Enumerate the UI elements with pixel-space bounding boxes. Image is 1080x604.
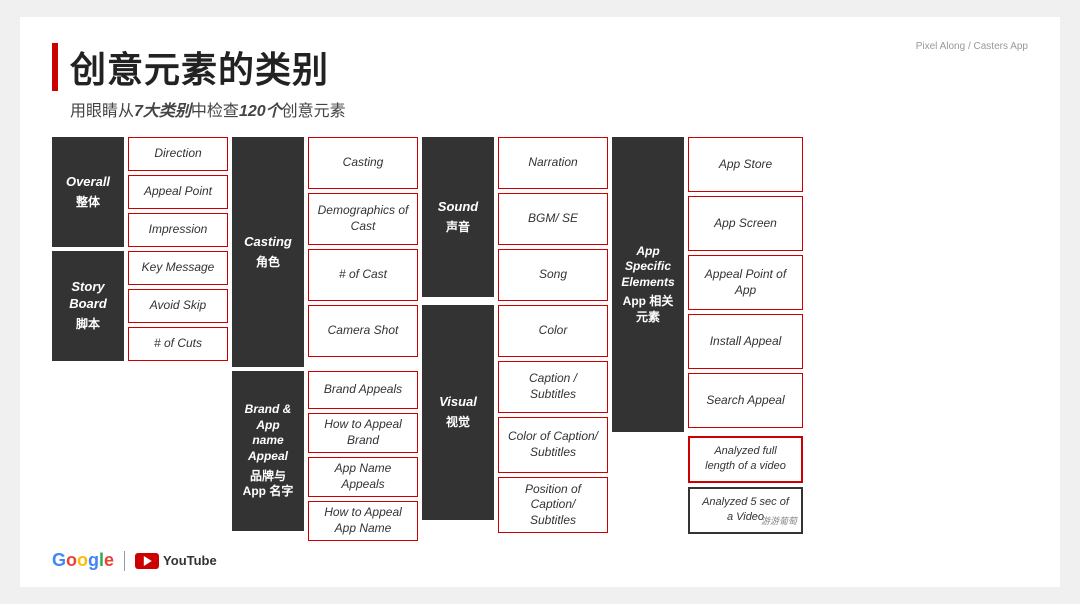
casting-group: Casting 角色 Casting Demographics of Cast …	[232, 137, 418, 541]
list-item: Casting	[308, 137, 418, 189]
breadcrumb: Pixel Along / Casters App	[916, 41, 1028, 52]
slide: Pixel Along / Casters App 创意元素的类别 用眼睛从7大…	[20, 17, 1060, 587]
list-item: Color of Caption/ Subtitles	[498, 417, 608, 473]
page-title: 创意元素的类别	[70, 41, 329, 93]
appspec-items: App Store App Screen Appeal Point of App…	[688, 137, 803, 428]
casting-items: Casting Demographics of Cast # of Cast C…	[308, 137, 418, 357]
list-item: Search Appeal	[688, 373, 803, 428]
list-item: Narration	[498, 137, 608, 189]
youtube-icon	[135, 553, 159, 569]
list-item: BGM/ SE	[498, 193, 608, 245]
red-accent-bar	[52, 43, 58, 91]
list-item: How to Appeal App Name	[308, 501, 418, 541]
visual-items: Color Caption / Subtitles Color of Capti…	[498, 305, 608, 533]
brand-row: Brand & App name Appeal 品牌与 App 名字 Brand…	[232, 371, 418, 541]
title-section: 创意元素的类别 用眼睛从7大类别中检查120个创意元素	[52, 41, 1028, 121]
analyzed-section: Analyzed full length of a video Analyzed…	[688, 436, 803, 534]
list-item: Demographics of Cast	[308, 193, 418, 245]
visual-label: Visual 视觉	[422, 305, 494, 520]
google-logo: Google	[52, 550, 114, 571]
overall-storyboard-group: Overall 整体 Direction Appeal Point Impres…	[52, 137, 228, 361]
main-grid: Overall 整体 Direction Appeal Point Impres…	[52, 137, 1028, 541]
footer-divider	[124, 551, 125, 571]
list-item: Song	[498, 249, 608, 301]
list-item: Position of Caption/ Subtitles	[498, 477, 608, 533]
list-item: Color	[498, 305, 608, 357]
list-item: Appeal Point of App	[688, 255, 803, 310]
list-item: Key Message	[128, 251, 228, 285]
appspec-label: App Specific Elements App 相关元素	[612, 137, 684, 432]
storyboard-label: Story Board 脚本	[52, 251, 124, 361]
list-item: Avoid Skip	[128, 289, 228, 323]
list-item: Direction	[128, 137, 228, 171]
subtitle-bold: 7大类别	[134, 103, 191, 120]
sound-items: Narration BGM/ SE Song	[498, 137, 608, 301]
list-item: # of Cast	[308, 249, 418, 301]
list-item: Camera Shot	[308, 305, 418, 357]
youtube-logo: YouTube	[135, 553, 217, 569]
storyboard-row: Story Board 脚本 Key Message Avoid Skip # …	[52, 251, 228, 361]
sound-row: Sound 声音 Narration BGM/ SE Song	[422, 137, 608, 301]
overall-row: Overall 整体 Direction Appeal Point Impres…	[52, 137, 228, 247]
footer: Google YouTube	[52, 550, 217, 571]
list-item: App Store	[688, 137, 803, 192]
overall-items: Direction Appeal Point Impression	[128, 137, 228, 247]
brand-items: Brand Appeals How to Appeal Brand App Na…	[308, 371, 418, 541]
appspec-row: App Specific Elements App 相关元素 App Store…	[612, 137, 803, 432]
list-item: # of Cuts	[128, 327, 228, 361]
brand-label: Brand & App name Appeal 品牌与 App 名字	[232, 371, 304, 531]
subtitle-end: 创意元素	[282, 103, 346, 120]
list-item: App Name Appeals	[308, 457, 418, 497]
list-item: Caption / Subtitles	[498, 361, 608, 413]
overall-label: Overall 整体	[52, 137, 124, 247]
list-item: Install Appeal	[688, 314, 803, 369]
casting-label: Casting 角色	[232, 137, 304, 367]
casting-row: Casting 角色 Casting Demographics of Cast …	[232, 137, 418, 367]
sound-visual-group: Sound 声音 Narration BGM/ SE Song Visual 视…	[422, 137, 608, 533]
visual-row: Visual 视觉 Color Caption / Subtitles Colo…	[422, 305, 608, 533]
subtitle-prefix: 用眼睛从	[70, 103, 134, 120]
list-item: How to Appeal Brand	[308, 413, 418, 453]
sound-label: Sound 声音	[422, 137, 494, 297]
list-item: Brand Appeals	[308, 371, 418, 409]
list-item: Impression	[128, 213, 228, 247]
appspec-group: App Specific Elements App 相关元素 App Store…	[612, 137, 803, 534]
analyzed-box-1: Analyzed full length of a video	[688, 436, 803, 483]
list-item: App Screen	[688, 196, 803, 251]
youtube-text: YouTube	[163, 553, 217, 568]
storyboard-items: Key Message Avoid Skip # of Cuts	[128, 251, 228, 361]
overlay-watermark: 游游葡萄	[761, 515, 797, 528]
analyzed-box-2: Analyzed 5 sec of a Video 游游葡萄	[688, 487, 803, 534]
subtitle-bold2: 120个	[239, 103, 282, 120]
subtitle: 用眼睛从7大类别中检查120个创意元素	[70, 97, 1028, 121]
subtitle-suffix: 中检查	[191, 103, 239, 120]
list-item: Appeal Point	[128, 175, 228, 209]
